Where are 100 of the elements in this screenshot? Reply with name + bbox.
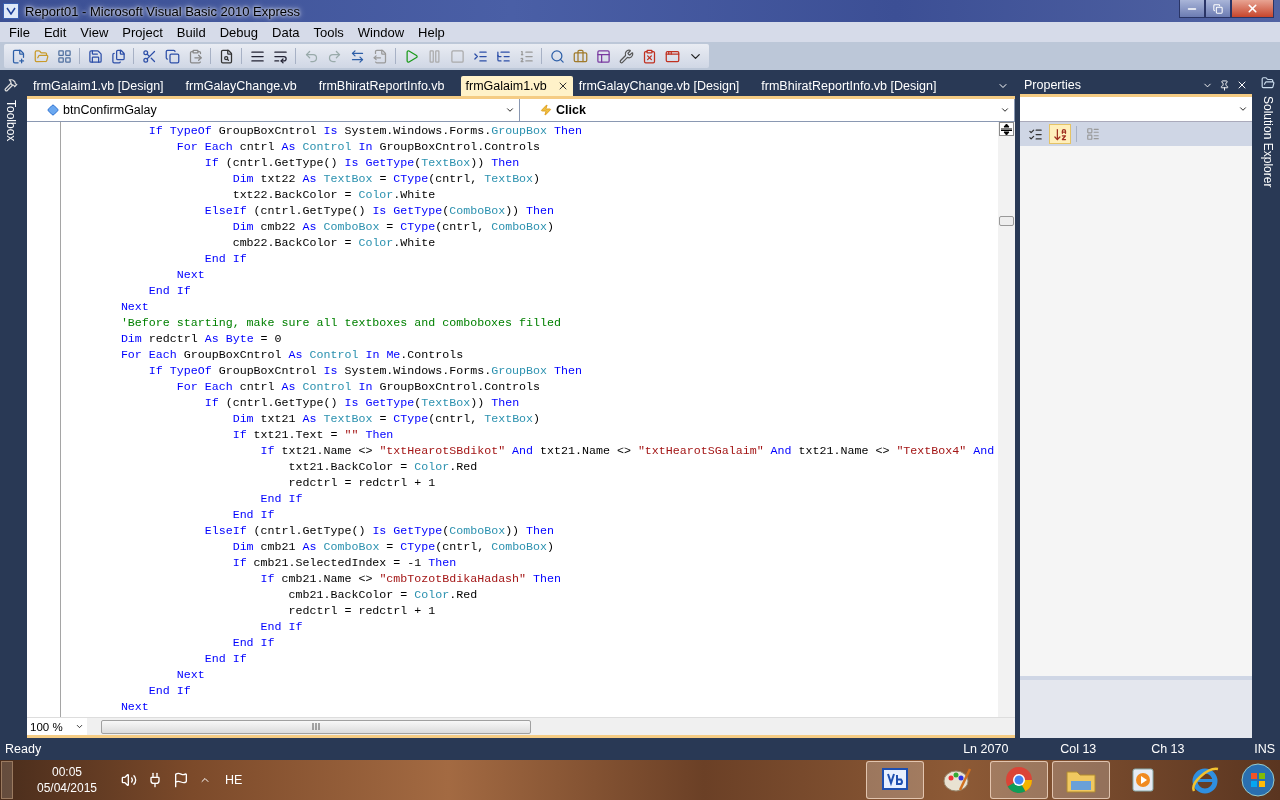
clock[interactable]: 00:05 05/04/2015 xyxy=(27,764,107,796)
code-line: Dim txt21 As TextBox = CType(cntrl, TextBox) xyxy=(231,411,542,427)
toolbox-tab[interactable]: Toolbox xyxy=(4,98,18,144)
save-all-icon[interactable] xyxy=(110,48,126,64)
insert-mode: INS xyxy=(1254,742,1275,756)
paste-icon[interactable] xyxy=(187,48,203,64)
vb-app-icon xyxy=(881,767,909,793)
start-button[interactable] xyxy=(1238,761,1278,799)
pin-icon[interactable] xyxy=(1219,79,1230,91)
save-icon[interactable] xyxy=(87,48,103,64)
code-line: Dim cmb22 As ComboBox = CType(cntrl, ComboBox) xyxy=(231,219,556,235)
code-line: cmb21.BackColor = Color.Red xyxy=(287,587,479,603)
vertical-scrollbar[interactable] xyxy=(998,122,1015,717)
menu-item[interactable]: Help xyxy=(411,24,452,40)
properties-header: Properties xyxy=(1020,76,1252,94)
taskbar-app-button[interactable] xyxy=(866,761,924,799)
minimize-button[interactable] xyxy=(1179,0,1205,18)
object-dropdown[interactable]: btnConfirmGalay xyxy=(27,99,520,121)
menu-item[interactable]: View xyxy=(73,24,116,40)
code-line: If TypeOf GroupBoxCntrol Is System.Windows.Forms.GroupBox Then xyxy=(147,363,583,379)
solution-explorer-tab[interactable]: Solution Explorer xyxy=(1261,94,1275,190)
speaker-icon[interactable] xyxy=(121,772,137,788)
scroll-thumb[interactable] xyxy=(999,216,1014,226)
code-line: Next xyxy=(119,299,150,315)
code-line: If txt21.Text = "" Then xyxy=(231,427,395,443)
code-line: End If xyxy=(259,491,304,507)
line-number: Ln 2070 xyxy=(963,742,1010,756)
grid-icon[interactable] xyxy=(56,48,72,64)
horizontal-scrollbar[interactable] xyxy=(101,719,531,734)
menu-item[interactable]: File xyxy=(2,24,37,40)
code-line: txt22.BackColor = Color.White xyxy=(231,187,437,203)
code-line: cmb22.BackColor = Color.White xyxy=(231,235,437,251)
code-line: Dim cmb21 As ComboBox = CType(cntrl, ComboBox) xyxy=(231,539,556,555)
flag-icon[interactable] xyxy=(173,772,189,788)
solution-icon xyxy=(1261,76,1275,90)
code-line: End If xyxy=(147,283,192,299)
cut-icon[interactable] xyxy=(141,48,157,64)
menu-item[interactable]: Data xyxy=(265,24,307,40)
toolbox-icon xyxy=(4,78,18,92)
menu-item[interactable]: Project xyxy=(115,24,170,40)
play-icon[interactable] xyxy=(403,48,419,64)
code-line: ElseIf (cntrl.GetType() Is GetType(ComboBox)) Then xyxy=(203,203,556,219)
menu-item[interactable]: Edit xyxy=(36,24,74,40)
code-line: End If xyxy=(231,635,276,651)
alphabetical-button[interactable] xyxy=(1049,124,1071,144)
clipboard-x-icon[interactable] xyxy=(641,48,657,64)
copy-icon[interactable] xyxy=(164,48,180,64)
code-line: Dim txt22 As TextBox = CType(cntrl, TextBox) xyxy=(231,171,542,187)
menu-item[interactable]: Window xyxy=(350,24,412,40)
code-line: End If xyxy=(147,683,192,699)
internet-explorer-icon xyxy=(1190,765,1220,795)
char-number: Ch 13 xyxy=(1151,742,1186,756)
caret-icon xyxy=(1238,104,1248,114)
zoom-dropdown[interactable]: 100 % xyxy=(27,718,87,735)
code-line: txt21.BackColor = Color.Red xyxy=(287,459,479,475)
find-icon[interactable] xyxy=(218,48,234,64)
close-button[interactable] xyxy=(1231,0,1274,18)
code-line: If txt21.Name <> "txtHearotSBdikot" And txt21.Name <> "txtHearotSGalaim" And txt21.Name <> "TextBox4" And xyxy=(259,443,996,459)
document-tab[interactable]: frmGalayChange.vb xyxy=(179,76,313,96)
code-line: Next xyxy=(175,267,206,283)
close-icon[interactable] xyxy=(1236,79,1248,91)
navigate-icon[interactable] xyxy=(349,48,365,64)
code-line: Next xyxy=(119,699,150,715)
document-tab[interactable]: frmGalaim1.vb [Design] xyxy=(27,76,180,96)
code-line: End If xyxy=(203,251,248,267)
restore-icon xyxy=(1213,3,1223,14)
media-player-icon xyxy=(1129,766,1157,794)
new-file-icon[interactable] xyxy=(10,48,26,64)
column-number: Col 13 xyxy=(1060,742,1098,756)
power-plug-icon[interactable] xyxy=(147,772,163,788)
menu-item[interactable]: Debug xyxy=(212,24,265,40)
caret-icon xyxy=(505,105,515,115)
wrench-icon[interactable] xyxy=(618,48,634,64)
menu-item[interactable]: Tools xyxy=(306,24,351,40)
language-indicator[interactable]: HE xyxy=(221,773,247,787)
briefcase-icon[interactable] xyxy=(572,48,588,64)
code-line: 'Before starting, make sure all textboxes and comboboxes filled xyxy=(119,315,562,331)
event-dropdown[interactable]: Click xyxy=(520,99,1015,121)
document-tab[interactable]: frmBhiratReportInfo.vb [Design] xyxy=(755,76,953,96)
window-icon[interactable] xyxy=(595,48,611,64)
status-message: Ready xyxy=(5,742,43,756)
code-line: End If xyxy=(259,619,304,635)
code-line: For Each GroupBoxCntrol As Control In Me.Controls xyxy=(119,347,465,363)
app-window-icon[interactable] xyxy=(664,48,680,64)
caret-icon xyxy=(1000,105,1010,115)
grip-icon xyxy=(312,723,320,730)
close-icon xyxy=(1246,2,1259,15)
document-tab[interactable]: frmBhiratReportInfo.vb xyxy=(312,76,461,96)
categorized-icon[interactable] xyxy=(1027,126,1043,142)
menu-item[interactable]: Build xyxy=(169,24,213,40)
window-title: Report01 - Microsoft Visual Basic 2010 Express xyxy=(25,3,302,19)
document-tab[interactable]: frmGalaim1.vb xyxy=(460,76,573,96)
code-line: If cmb21.SelectedIndex = -1 Then xyxy=(231,555,458,571)
code-line: Next xyxy=(175,667,206,683)
restore-button[interactable] xyxy=(1205,0,1231,18)
document-tab[interactable]: frmGalayChange.vb [Design] xyxy=(572,76,756,96)
code-line: If (cntrl.GetType() Is GetType(TextBox)) Then xyxy=(203,155,521,171)
find-in-files-icon[interactable] xyxy=(549,48,565,64)
code-line: End If xyxy=(231,507,276,523)
lightning-icon xyxy=(540,104,552,116)
